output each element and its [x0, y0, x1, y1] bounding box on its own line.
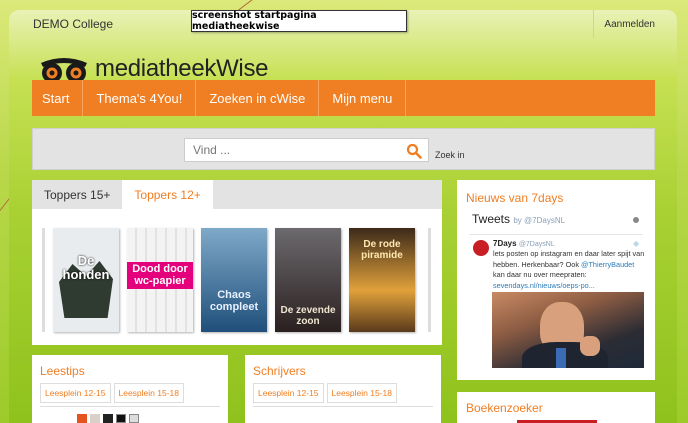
tab-leesplein-15-18[interactable]: Leesplein 15-18 — [113, 383, 184, 403]
book-cover[interactable]: De zevende zoon — [275, 228, 341, 332]
toppers-panel: Toppers 15+ Toppers 12+ De honden Dood d… — [32, 180, 442, 345]
tab-leesplein-12-15[interactable]: Leesplein 12-15 — [253, 383, 324, 403]
tweets-title: Tweets — [472, 212, 511, 226]
nav-item-mijn-menu[interactable]: Mijn menu — [319, 80, 407, 116]
tweets-by[interactable]: by @7DaysNL — [513, 216, 565, 225]
login-area: Aanmelden — [593, 10, 655, 38]
info-icon[interactable] — [633, 217, 639, 223]
tab-leesplein-15-18[interactable]: Leesplein 15-18 — [326, 383, 397, 403]
book-carousel: De honden Dood door wc-papier Chaos comp… — [53, 228, 445, 332]
news-title: Nieuws van 7days — [466, 191, 564, 205]
carousel-edge — [428, 228, 431, 332]
nav-item-themas[interactable]: Thema's 4You! — [83, 80, 197, 116]
tweets-header: Tweets by @7DaysNL — [472, 212, 565, 226]
search-bar: Zoek in — [32, 128, 655, 170]
zoek-in-label[interactable]: Zoek in — [435, 150, 465, 160]
book-cover[interactable]: Dood door wc-papier — [127, 228, 193, 332]
book-cover[interactable]: Chaos compleet — [201, 228, 267, 332]
carousel-edge — [42, 228, 45, 332]
brand-name: mediatheekWise — [95, 55, 269, 82]
nav-item-zoeken[interactable]: Zoeken in cWise — [196, 80, 320, 116]
divider — [253, 406, 433, 407]
tab-toppers-12[interactable]: Toppers 12+ — [122, 180, 213, 209]
tweet-handle: @7DaysNL — [518, 241, 555, 248]
book-cover[interactable]: De honden — [53, 228, 119, 332]
login-link[interactable]: Aanmelden — [604, 19, 655, 30]
news-panel: Nieuws van 7days Tweets by @7DaysNL 7Day… — [457, 180, 655, 380]
search-input[interactable] — [193, 143, 403, 157]
leestips-title: Leestips — [40, 364, 85, 378]
main-nav: Start Thema's 4You! Zoeken in cWise Mijn… — [32, 80, 655, 116]
book-title: Dood door wc-papier — [127, 262, 193, 290]
book-title: De zevende zoon — [280, 305, 336, 327]
divider — [469, 234, 643, 235]
schrijvers-title: Schrijvers — [253, 364, 306, 378]
screenshot-caption: screenshot startpagina mediatheekwise — [191, 10, 407, 32]
tab-leesplein-12-15[interactable]: Leesplein 12-15 — [40, 383, 111, 403]
brand[interactable]: mediatheekWise — [39, 55, 269, 83]
book-cover[interactable]: De rode piramide — [349, 228, 415, 332]
tab-toppers-15[interactable]: Toppers 15+ — [32, 180, 122, 209]
book-thumbnail[interactable] — [77, 414, 87, 423]
book-thumbnail[interactable] — [103, 414, 113, 423]
tweet-author[interactable]: 7Days @7DaysNL — [493, 239, 555, 248]
book-title: De honden — [62, 253, 110, 282]
book-title: Chaos compleet — [209, 289, 259, 313]
leestips-tabs: Leesplein 12-15 Leesplein 15-18 — [40, 383, 187, 403]
book-thumbnail[interactable] — [90, 414, 100, 423]
tweet-name: 7Days — [493, 239, 517, 248]
boekenzoeker-panel: Boekenzoeker — [457, 392, 655, 423]
page-frame: DEMO College Aanmelden mediatheekWise St… — [9, 10, 677, 423]
search-field — [184, 138, 429, 162]
search-icon[interactable] — [406, 143, 422, 159]
boekenzoeker-title: Boekenzoeker — [466, 401, 543, 415]
schrijvers-panel: Schrijvers Leesplein 12-15 Leesplein 15-… — [245, 355, 441, 423]
tweet-mention[interactable]: @ThierryBaudet — [581, 260, 634, 269]
divider — [40, 406, 220, 407]
book-thumbnail[interactable] — [116, 414, 126, 423]
tweet-body-2: kan daar nu over meepraten: — [493, 270, 587, 280]
toppers-tabs: Toppers 15+ Toppers 12+ — [32, 180, 442, 209]
avatar[interactable] — [473, 240, 489, 256]
leestips-panel: Leestips Leesplein 12-15 Leesplein 15-18 — [32, 355, 228, 423]
book-title: De rode piramide — [361, 239, 403, 261]
tweet-photo[interactable] — [492, 292, 644, 368]
owl-logo-icon — [39, 55, 89, 83]
twitter-bird-icon: ◆ — [633, 239, 640, 248]
nav-item-start[interactable]: Start — [32, 80, 84, 116]
book-thumbnail[interactable] — [129, 414, 139, 423]
tweet-text: lets posten op instagram en daar later s… — [493, 249, 645, 291]
college-name: DEMO College — [33, 17, 114, 31]
schrijvers-tabs: Leesplein 12-15 Leesplein 15-18 — [253, 383, 400, 403]
tweet-link[interactable]: sevendays.nl/nieuws/oeps-po... — [493, 281, 595, 290]
